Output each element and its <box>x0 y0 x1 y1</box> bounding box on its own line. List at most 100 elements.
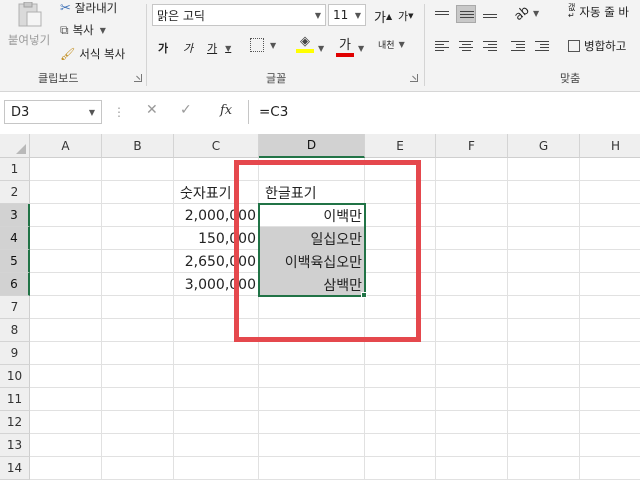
annotation-highlight-box <box>234 160 421 342</box>
grow-font-button[interactable]: 가 ▲ <box>374 7 392 26</box>
row-header-6[interactable]: 6 <box>0 273 30 296</box>
paste-button[interactable]: 붙여넣기 <box>4 2 54 48</box>
shrink-font-label: 가 <box>398 10 409 23</box>
paste-label: 붙여넣기 <box>7 33 51 47</box>
chevron-down-icon[interactable]: ▼ <box>318 44 324 53</box>
font-color-button[interactable]: 가 <box>336 34 354 57</box>
row-header-10[interactable]: 10 <box>0 365 30 388</box>
chevron-down-icon: ▼ <box>99 25 106 35</box>
increase-indent-icon[interactable] <box>532 37 552 55</box>
row-header-2[interactable]: 2 <box>0 181 30 204</box>
align-left-icon[interactable] <box>432 37 452 55</box>
column-gridline <box>507 158 508 480</box>
column-header-g[interactable]: G <box>508 134 580 158</box>
worksheet-grid[interactable]: ABCDEFGH 1 2 3 4 5 6 7 8 9 10 11 12 13 14 숫자표기 한글표기 2,0… <box>0 134 640 480</box>
italic-button[interactable]: 가 <box>183 40 193 56</box>
borders-button[interactable]: ▼ <box>250 38 276 52</box>
chevron-down-icon[interactable]: ▼ <box>89 108 95 117</box>
merge-center-button[interactable]: 병합하고 <box>568 38 626 54</box>
wrap-text-label: 자동 줄 바 <box>579 5 630 19</box>
copy-icon: ⧉ <box>60 22 69 37</box>
name-box[interactable]: D3 ▼ <box>4 100 102 124</box>
align-middle-icon[interactable] <box>456 5 476 23</box>
chevron-down-icon: ▼ <box>354 10 361 20</box>
clipboard-group-label: 클립보드 <box>38 72 79 85</box>
insert-function-icon[interactable]: fx <box>220 103 232 118</box>
chevron-down-icon: ▼ <box>225 43 232 53</box>
scissors-icon: ✂ <box>60 0 71 16</box>
decrease-indent-icon[interactable] <box>508 37 528 55</box>
column-gridline <box>101 158 102 480</box>
select-all-button[interactable] <box>0 134 30 158</box>
chevron-down-icon: ▼ <box>398 40 405 49</box>
grow-font-label: 가 <box>374 11 386 26</box>
cut-button[interactable]: ✂ 잘라내기 <box>60 0 117 16</box>
group-separator <box>146 4 147 86</box>
align-top-icon[interactable] <box>432 5 452 23</box>
column-header-d[interactable]: D <box>259 134 365 158</box>
column-header-f[interactable]: F <box>436 134 508 158</box>
italic-label: 가 <box>183 42 194 55</box>
font-color-bar <box>336 53 354 57</box>
format-painter-label: 서식 복사 <box>79 47 126 61</box>
group-separator <box>424 4 425 86</box>
chevron-down-icon[interactable]: ▼ <box>358 44 364 53</box>
font-group-label: 글꼴 <box>266 72 287 85</box>
name-box-value: D3 <box>11 104 30 120</box>
underline-label: 가 <box>207 42 218 55</box>
row-header-13[interactable]: 13 <box>0 434 30 457</box>
fill-bucket-icon: ◈ <box>300 34 310 49</box>
bold-button[interactable]: 가 <box>158 40 168 56</box>
column-gridline <box>435 158 436 480</box>
align-bottom-icon[interactable] <box>480 5 500 23</box>
row-header-1[interactable]: 1 <box>0 158 30 181</box>
row-gridline <box>30 456 640 457</box>
row-header-8[interactable]: 8 <box>0 319 30 342</box>
row-header-7[interactable]: 7 <box>0 296 30 319</box>
fill-color-button[interactable]: ◈ <box>296 34 314 53</box>
row-header-3[interactable]: 3 <box>0 204 30 227</box>
row-header-9[interactable]: 9 <box>0 342 30 365</box>
cancel-icon[interactable]: ✕ <box>146 102 158 118</box>
column-header-b[interactable]: B <box>102 134 174 158</box>
column-header-c[interactable]: C <box>174 134 259 158</box>
formula-input[interactable]: =C3 <box>248 100 640 124</box>
cut-label: 잘라내기 <box>74 1 118 15</box>
orientation-button[interactable]: ab ▼ <box>511 3 539 23</box>
copy-button[interactable]: ⧉ 복사 ▼ <box>60 22 106 38</box>
phonetic-label: 내천 <box>378 41 395 51</box>
merge-icon <box>568 40 580 52</box>
column-header-a[interactable]: A <box>30 134 102 158</box>
font-size-select[interactable]: 11 ▼ <box>328 4 366 26</box>
merge-label: 병합하고 <box>584 39 627 53</box>
column-header-h[interactable]: H <box>580 134 640 158</box>
shrink-font-button[interactable]: 가 ▼ <box>398 8 414 24</box>
align-center-icon[interactable] <box>456 37 476 55</box>
font-launcher-icon[interactable] <box>410 74 418 82</box>
font-color-glyph: 가 <box>339 38 351 53</box>
phonetic-button[interactable]: 내천 ▼ <box>378 38 405 51</box>
border-icon <box>250 38 264 52</box>
enter-icon[interactable]: ✓ <box>180 102 192 118</box>
row-header-11[interactable]: 11 <box>0 388 30 411</box>
row-header-14[interactable]: 14 <box>0 457 30 480</box>
wrap-text-button[interactable]: 갮 ↵ 자동 줄 바 <box>568 4 629 20</box>
alignment-group-label: 맞춤 <box>560 72 581 85</box>
clipboard-launcher-icon[interactable] <box>134 74 142 82</box>
paste-icon <box>18 2 42 27</box>
row-gridline <box>30 387 640 388</box>
underline-button[interactable]: 가 ▼ <box>207 40 231 56</box>
wrap-text-icon: 갮 ↵ <box>568 3 576 20</box>
ribbon: 붙여넣기 ✂ 잘라내기 ⧉ 복사 ▼ 🖌 서식 복사 클립보드 맑은 고딕 ▼ … <box>0 0 640 92</box>
font-name-select[interactable]: 맑은 고딕 ▼ <box>152 4 326 26</box>
align-right-icon[interactable] <box>480 37 500 55</box>
row-gridline <box>30 410 640 411</box>
row-header-5[interactable]: 5 <box>0 250 30 273</box>
format-painter-button[interactable]: 🖌 서식 복사 <box>60 46 125 62</box>
column-header-e[interactable]: E <box>365 134 436 158</box>
more-icon[interactable]: ⋮ <box>113 105 125 119</box>
format-painter-icon: 🖌 <box>60 47 76 61</box>
row-header-12[interactable]: 12 <box>0 411 30 434</box>
row-header-4[interactable]: 4 <box>0 227 30 250</box>
row-gridline <box>30 364 640 365</box>
